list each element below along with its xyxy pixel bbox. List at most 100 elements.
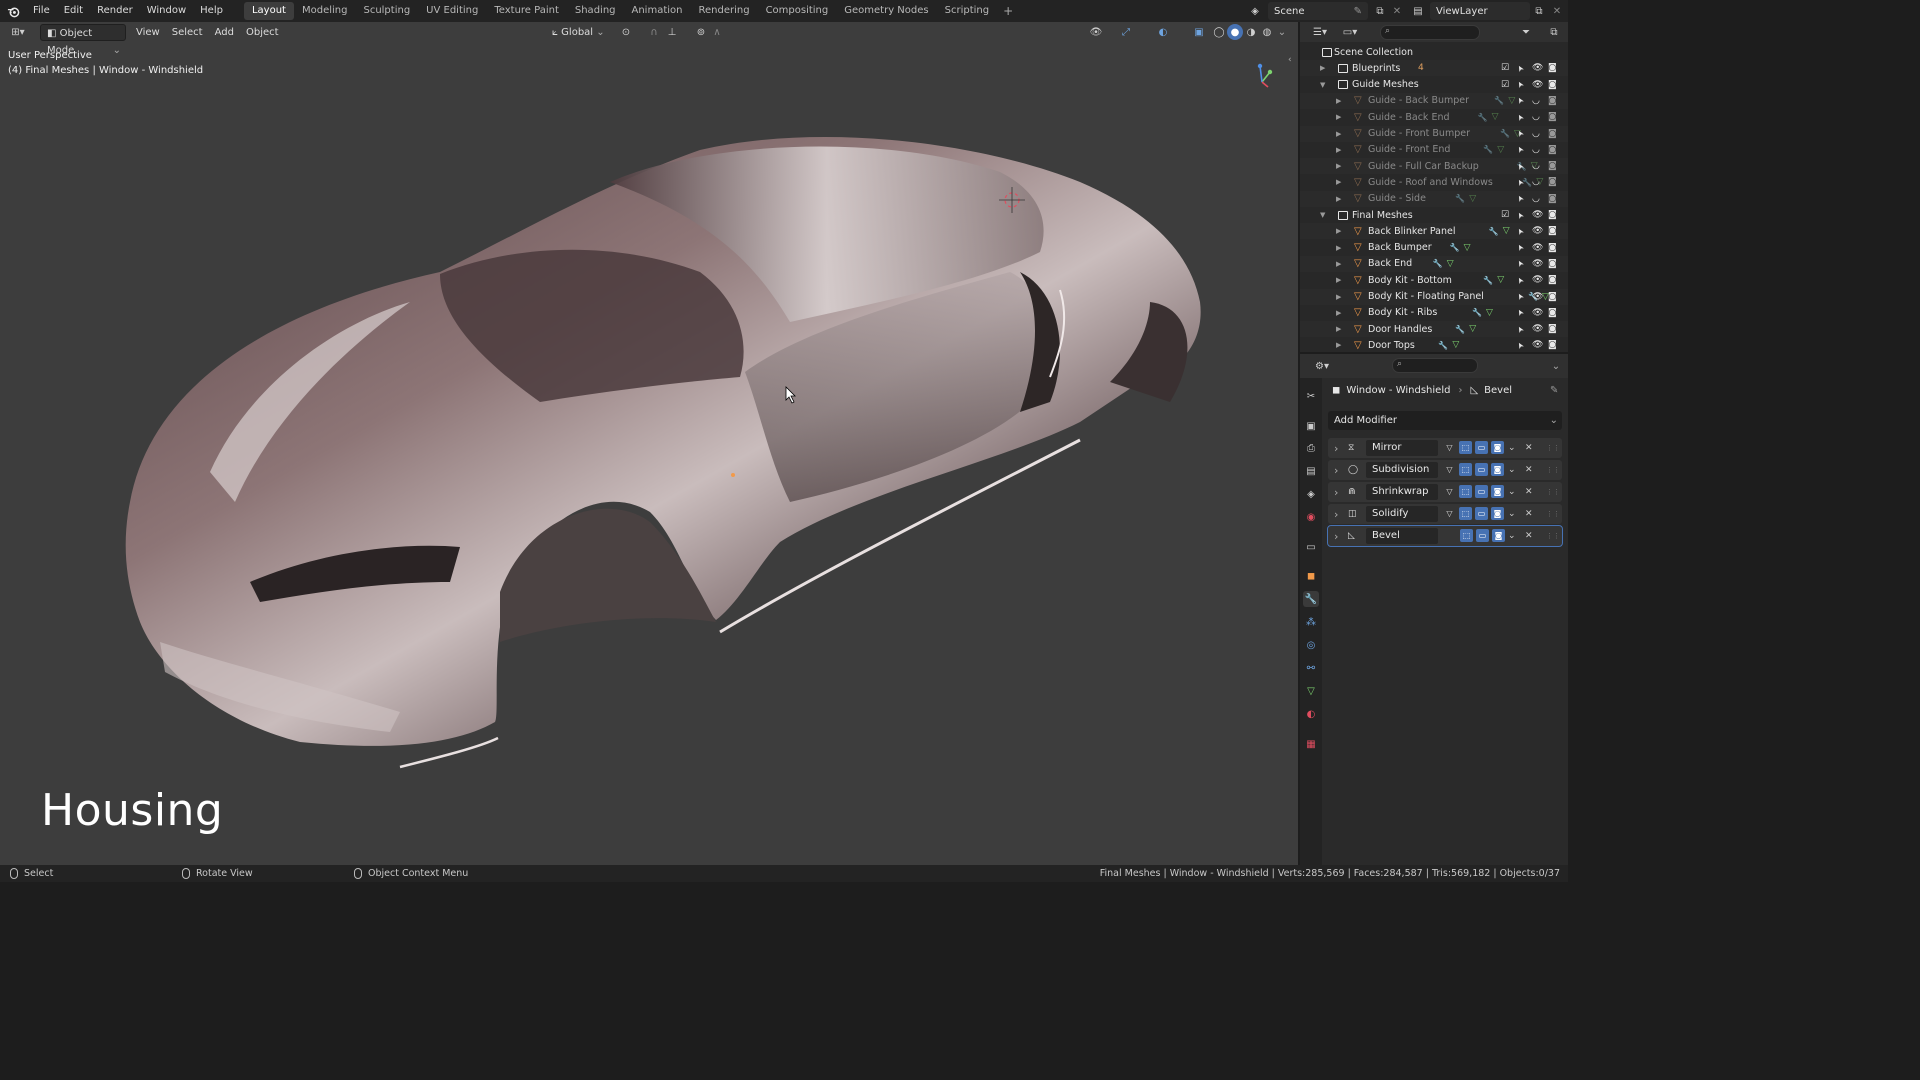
tree-row-blueprints[interactable]: ▶ Blueprints 4 ☑ ➤ 👁 ◙ [1300,60,1568,77]
tab-sculpting[interactable]: Sculpting [355,2,418,20]
tab-modeling[interactable]: Modeling [294,2,356,20]
expand-chevron-icon[interactable]: › [1334,442,1338,455]
tab-compositing[interactable]: Compositing [758,2,837,20]
eye-closed-icon[interactable]: ◡ [1532,112,1540,122]
eye-closed-icon[interactable]: ◡ [1532,177,1540,187]
eye-icon[interactable]: 👁 [1532,259,1543,269]
scene-field[interactable]: Scene ✎ [1268,2,1368,20]
tree-row-final-meshes[interactable]: ▼ Final Meshes ☑ ➤ 👁 ◙ [1300,207,1568,223]
modifier-menu-chevron-icon[interactable]: ⌄ [1508,509,1516,519]
eye-closed-icon[interactable]: ◡ [1532,145,1540,155]
view-layer-icon[interactable]: ▤ [1410,3,1426,19]
selectable-arrow-icon[interactable]: ➤ [1515,275,1526,285]
render-toggle-icon[interactable]: ◙ [1491,463,1504,476]
exclude-checkbox[interactable]: ☑ [1501,80,1509,90]
render-camera-icon[interactable]: ◙ [1548,210,1557,220]
eye-icon[interactable]: 👁 [1532,340,1543,350]
on-cage-icon[interactable]: ▽ [1443,441,1456,454]
tab-uv-editing[interactable]: UV Editing [418,2,486,20]
remove-modifier-icon[interactable]: ✕ [1525,531,1533,541]
options-chevron-icon[interactable]: ⌄ [1548,358,1564,374]
render-toggle-icon[interactable]: ◙ [1491,507,1504,520]
eye-closed-icon[interactable]: ◡ [1532,194,1540,204]
tree-row-guide-roof-and-windows[interactable]: ▶ ▽ Guide - Roof and Windows 🔧 ▽ ➤ ◡ ◙ [1300,174,1568,190]
eye-icon[interactable]: 👁 [1532,275,1543,285]
render-camera-icon[interactable]: ◙ [1548,308,1557,318]
expanded-chevron-icon[interactable]: ▼ [1320,211,1325,219]
selectable-arrow-icon[interactable]: ➤ [1515,79,1526,89]
modifier-solidify[interactable]: › ◫ Solidify ▽ ⬚ ▭ ◙ ⌄ ✕ ⋮⋮ [1328,504,1562,524]
remove-modifier-icon[interactable]: ✕ [1525,487,1533,497]
outliner-search-input[interactable]: ⌕ [1380,25,1480,40]
properties-search-input[interactable]: ⌕ [1392,358,1478,373]
modifier-name-field[interactable]: Shrinkwrap [1366,484,1438,500]
eye-icon[interactable]: 👁 [1532,308,1543,318]
render-camera-icon[interactable]: ◙ [1548,96,1557,106]
edit-mode-toggle-icon[interactable]: ⬚ [1459,507,1472,520]
tab-geometry-nodes[interactable]: Geometry Nodes [836,2,936,20]
modifier-name-field[interactable]: Subdivision [1366,462,1438,478]
new-scene-icon[interactable]: ⧉ [1372,3,1388,19]
mesh-data-tab-icon[interactable]: ▽ [1303,683,1319,699]
viewport-toggle-icon[interactable]: ▭ [1475,441,1488,454]
delete-scene-icon[interactable]: ✕ [1389,3,1405,19]
outliner-editor-type-icon[interactable]: ☰▾ [1312,24,1328,40]
modifier-name-field[interactable]: Bevel [1366,528,1438,544]
tree-row-guide-back-end[interactable]: ▶ ▽ Guide - Back End 🔧 ▽ ➤ ◡ ◙ [1300,109,1568,125]
texture-tab-icon[interactable]: ▦ [1303,736,1319,752]
render-camera-icon[interactable]: ◙ [1548,275,1557,285]
collection-tab-icon[interactable]: ▭ [1303,539,1319,555]
collapsed-chevron-icon[interactable]: ▶ [1336,325,1341,333]
collapsed-chevron-icon[interactable]: ▶ [1336,260,1341,268]
tree-row-door-tops[interactable]: ▶ ▽ Door Tops 🔧 ▽ ➤ 👁 ◙ [1300,337,1568,353]
viewport-toggle-icon[interactable]: ▭ [1475,463,1488,476]
render-camera-icon[interactable]: ◙ [1548,194,1557,204]
render-camera-icon[interactable]: ◙ [1548,243,1557,253]
world-tab-icon[interactable]: ◉ [1303,509,1319,525]
render-camera-icon[interactable]: ◙ [1548,80,1557,90]
new-collection-icon[interactable]: ⧉ [1546,24,1562,40]
tab-shading[interactable]: Shading [567,2,624,20]
scene-tab-icon[interactable]: ◈ [1303,486,1319,502]
eye-icon[interactable]: 👁 [1532,324,1543,334]
selectable-arrow-icon[interactable]: ➤ [1515,112,1526,122]
collapsed-chevron-icon[interactable]: ▶ [1336,178,1341,186]
constraints-tab-icon[interactable]: ⚯ [1303,660,1319,676]
drag-handle-icon[interactable]: ⋮⋮ [1546,532,1560,540]
expanded-chevron-icon[interactable]: ▼ [1320,81,1325,89]
collapsed-chevron-icon[interactable]: ▶ [1336,227,1341,235]
modifier-menu-chevron-icon[interactable]: ⌄ [1508,531,1516,541]
eye-icon[interactable]: 👁 [1532,243,1543,253]
render-camera-icon[interactable]: ◙ [1548,340,1557,350]
selectable-arrow-icon[interactable]: ➤ [1515,324,1526,334]
render-camera-icon[interactable]: ◙ [1548,145,1557,155]
selectable-arrow-icon[interactable]: ➤ [1515,308,1526,318]
drag-handle-icon[interactable]: ⋮⋮ [1546,510,1560,518]
tree-row-scene-collection[interactable]: Scene Collection [1300,44,1568,60]
menu-file[interactable]: File [26,0,57,22]
collapsed-chevron-icon[interactable]: ▶ [1336,97,1341,105]
eye-icon[interactable]: 👁 [1532,292,1543,302]
viewport-toggle-icon[interactable]: ▭ [1476,529,1489,542]
tool-tab-icon[interactable]: ✂ [1303,388,1319,404]
material-tab-icon[interactable]: ◐ [1303,706,1319,722]
object-tab-icon[interactable]: ◼ [1303,568,1319,584]
collapsed-chevron-icon[interactable]: ▶ [1336,244,1341,252]
selectable-arrow-icon[interactable]: ➤ [1515,194,1526,204]
render-tab-icon[interactable]: ▣ [1303,418,1319,434]
new-view-layer-icon[interactable]: ⧉ [1531,3,1547,19]
menu-help[interactable]: Help [193,0,230,22]
selectable-arrow-icon[interactable]: ➤ [1515,242,1526,252]
car-body-mesh[interactable] [0,22,1298,865]
tree-row-guide-meshes[interactable]: ▼ Guide Meshes ☑ ➤ 👁 ◙ [1300,77,1568,93]
render-camera-icon[interactable]: ◙ [1548,129,1557,139]
tree-row-door-handles[interactable]: ▶ ▽ Door Handles 🔧 ▽ ➤ 👁 ◙ [1300,321,1568,338]
expand-chevron-icon[interactable]: › [1334,530,1338,543]
render-toggle-icon[interactable]: ◙ [1491,441,1504,454]
drag-handle-icon[interactable]: ⋮⋮ [1546,466,1560,474]
tab-texture-paint[interactable]: Texture Paint [486,2,567,20]
selectable-arrow-icon[interactable]: ➤ [1515,145,1526,155]
scene-selector-icon[interactable]: ◈ [1247,3,1263,19]
view-layer-tab-icon[interactable]: ▤ [1303,463,1319,479]
selectable-arrow-icon[interactable]: ➤ [1515,259,1526,269]
